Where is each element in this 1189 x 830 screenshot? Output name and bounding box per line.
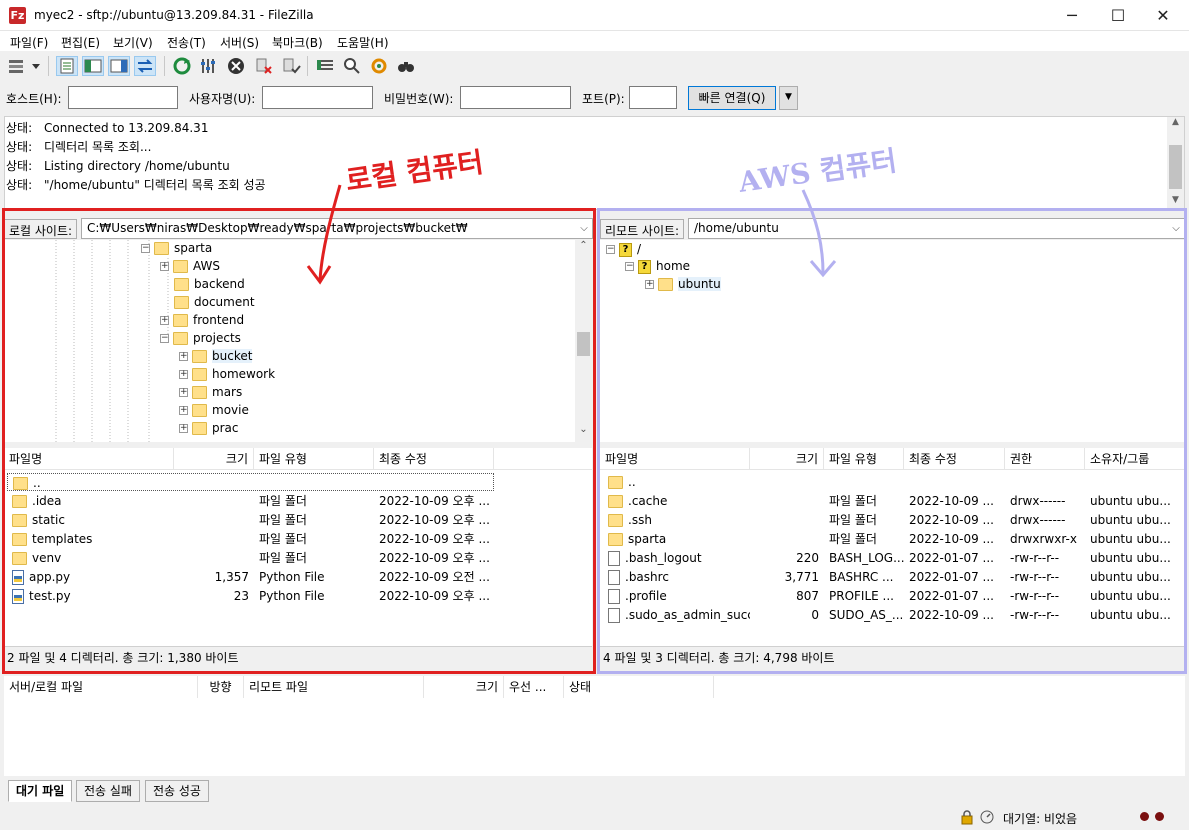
site-manager-icon[interactable] bbox=[6, 56, 28, 76]
menu-edit[interactable]: 편집(E) bbox=[61, 34, 100, 51]
password-label: 비밀번호(W): bbox=[384, 92, 454, 106]
menu-server[interactable]: 서버(S) bbox=[220, 34, 259, 51]
menu-transfer[interactable]: 전송(T) bbox=[167, 34, 206, 51]
local-annotation-frame bbox=[2, 208, 596, 674]
menu-bookmarks[interactable]: 북마크(B) bbox=[272, 34, 323, 51]
tab-failed-transfers[interactable]: 전송 실패 bbox=[76, 780, 140, 802]
host-input[interactable] bbox=[68, 86, 178, 109]
port-label: 포트(P): bbox=[582, 92, 625, 106]
filezilla-logo-icon: Fz bbox=[9, 7, 26, 24]
directory-listing-filter-icon[interactable] bbox=[314, 56, 336, 76]
queue-column-remote-file[interactable]: 리모트 파일 bbox=[244, 676, 424, 698]
maximize-button[interactable]: ☐ bbox=[1095, 0, 1141, 31]
menu-help[interactable]: 도움말(H) bbox=[337, 34, 389, 51]
tab-successful-transfers[interactable]: 전송 성공 bbox=[145, 780, 209, 802]
toggle-remote-tree-icon[interactable] bbox=[108, 56, 130, 76]
minimize-button[interactable]: ─ bbox=[1049, 0, 1095, 31]
quickconnect-button[interactable]: 빠른 연결(Q) bbox=[688, 86, 776, 110]
log-line: 상태: Listing directory /home/ubuntu bbox=[6, 159, 230, 173]
cancel-operation-icon[interactable] bbox=[225, 56, 247, 76]
toolbar-separator bbox=[48, 56, 49, 76]
toolbar-separator bbox=[307, 56, 308, 76]
toggle-local-tree-icon[interactable] bbox=[82, 56, 104, 76]
local-annotation-arrow bbox=[306, 184, 342, 285]
search-icon[interactable] bbox=[341, 56, 363, 76]
queue-status: 대기열: 비었음 bbox=[1003, 812, 1078, 826]
password-input[interactable] bbox=[460, 86, 571, 109]
close-button[interactable]: ✕ bbox=[1140, 0, 1186, 31]
speed-limit-icon[interactable] bbox=[979, 809, 995, 828]
queue-column-size[interactable]: 크기 bbox=[424, 676, 504, 698]
menu-file[interactable]: 파일(F) bbox=[10, 34, 48, 51]
queue-column-local-file[interactable]: 서버/로컬 파일 bbox=[4, 676, 198, 698]
process-queue-icon[interactable] bbox=[198, 56, 220, 76]
port-input[interactable] bbox=[629, 86, 677, 109]
host-label: 호스트(H): bbox=[6, 92, 62, 106]
username-input[interactable] bbox=[262, 86, 373, 109]
log-line: 상태: Connected to 13.209.84.31 bbox=[6, 121, 209, 135]
quickconnect-dropdown-icon[interactable]: ▼ bbox=[779, 86, 798, 110]
toggle-queue-icon[interactable] bbox=[134, 56, 156, 76]
reconnect-icon[interactable] bbox=[280, 56, 302, 76]
menu-view[interactable]: 보기(V) bbox=[113, 34, 153, 51]
window-title: myec2 - sftp://ubuntu@13.209.84.31 - Fil… bbox=[34, 8, 314, 22]
toggle-log-icon[interactable] bbox=[56, 56, 78, 76]
remote-annotation-frame bbox=[597, 208, 1187, 674]
download-indicator-icon bbox=[1155, 812, 1164, 821]
username-label: 사용자명(U): bbox=[189, 92, 256, 106]
remote-annotation-arrow bbox=[801, 189, 837, 278]
queue-column-status[interactable]: 상태 bbox=[564, 676, 714, 698]
tab-queued-files[interactable]: 대기 파일 bbox=[8, 780, 73, 802]
binoculars-icon[interactable] bbox=[395, 56, 417, 76]
log-scrollbar[interactable]: ▲ ▼ bbox=[1167, 117, 1184, 209]
site-manager-dropdown-icon[interactable] bbox=[30, 56, 42, 76]
upload-indicator-icon bbox=[1140, 812, 1149, 821]
refresh-icon[interactable] bbox=[171, 56, 193, 76]
queue-column-direction[interactable]: 방향 bbox=[198, 676, 244, 698]
toolbar-separator bbox=[164, 56, 165, 76]
queue-column-priority[interactable]: 우선 ... bbox=[504, 676, 564, 698]
disconnect-icon[interactable] bbox=[253, 56, 275, 76]
sync-browsing-icon[interactable] bbox=[368, 56, 390, 76]
log-line: 상태: 디렉터리 목록 조회... bbox=[6, 140, 152, 154]
lock-icon bbox=[959, 809, 975, 828]
log-line: 상태: "/home/ubuntu" 디렉터리 목록 조회 성공 bbox=[6, 178, 266, 192]
